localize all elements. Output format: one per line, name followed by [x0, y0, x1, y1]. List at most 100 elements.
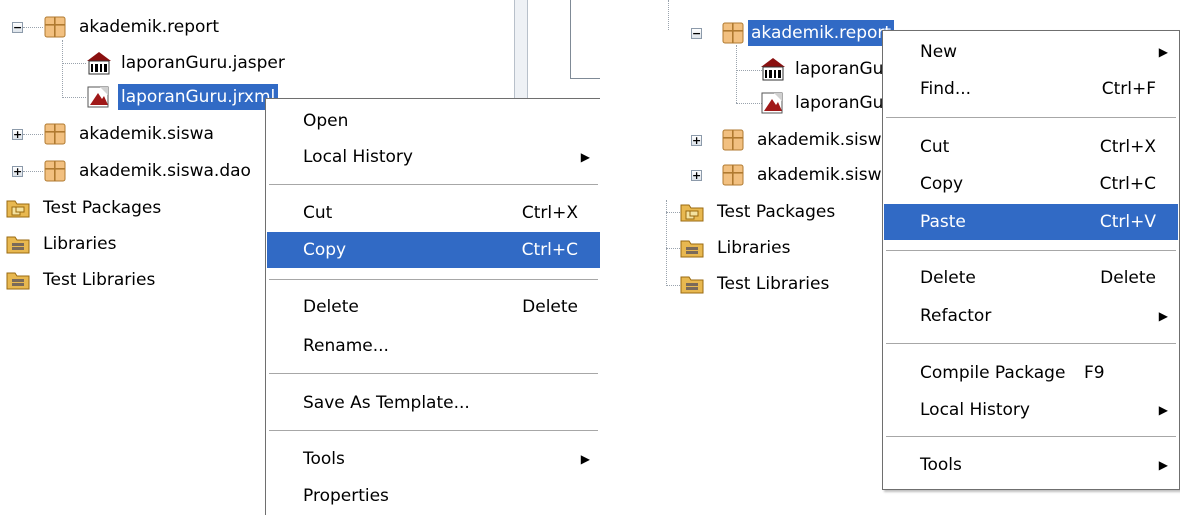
menu-item-tools[interactable]: Tools ▶: [884, 447, 1178, 483]
tree-item-test-packages[interactable]: Test Packages: [6, 191, 164, 225]
menu-item-label: Cut: [303, 203, 333, 223]
tree-line: [736, 103, 762, 104]
tree-item-label: akademik.report: [748, 20, 895, 46]
minus-icon: −: [692, 27, 702, 40]
tree-item-label: laporanGuru.jasper: [121, 53, 285, 73]
menu-item-label: Cut: [920, 137, 950, 157]
editor-scroll-strip[interactable]: [514, 0, 528, 110]
tree-item-laporanguru-jrxml[interactable]: laporanGuru.jrxml: [86, 80, 279, 114]
submenu-arrow-icon: ▶: [1158, 403, 1168, 417]
menu-item-cut[interactable]: Cut Ctrl+X: [884, 129, 1178, 165]
tree-item-akademik-report[interactable]: akademik.report: [722, 16, 895, 50]
tree-item-label: Test Libraries: [717, 274, 830, 294]
plus-icon: +: [692, 169, 702, 182]
menu-item-paste[interactable]: Paste Ctrl+V: [884, 204, 1178, 240]
expand-toggle[interactable]: +: [12, 166, 23, 177]
tree-line: [668, 0, 669, 30]
menu-separator: [269, 184, 598, 186]
tree-line: [736, 70, 762, 71]
menu-item-delete[interactable]: Delete Delete: [267, 289, 600, 325]
collapse-toggle[interactable]: −: [12, 22, 23, 33]
jrxml-file-icon: [760, 91, 786, 115]
menu-item-label: Properties: [303, 486, 389, 506]
expand-toggle[interactable]: +: [691, 135, 702, 146]
menu-item-save-as-template[interactable]: Save As Template...: [267, 385, 600, 421]
expand-toggle[interactable]: +: [691, 170, 702, 181]
submenu-arrow-icon: ▶: [580, 452, 590, 466]
package-icon: [722, 129, 744, 151]
menu-item-label: Tools: [303, 449, 345, 469]
tree-item-akademik-siswa[interactable]: akademik.siswa: [722, 123, 895, 157]
editor-frame-edge: [570, 0, 600, 79]
tree-item-test-libraries[interactable]: Test Libraries: [680, 267, 832, 301]
jasper-file-icon: [760, 57, 786, 81]
menu-item-label: Delete: [920, 268, 976, 288]
menu-item-shortcut: F9: [1084, 363, 1105, 383]
menu-item-shortcut: Ctrl+X: [521, 203, 578, 223]
menu-item-rename[interactable]: Rename...: [267, 328, 600, 364]
tree-item-libraries[interactable]: Libraries: [6, 227, 119, 261]
tree-line: [23, 171, 43, 172]
tree-item-akademik-siswa-dao[interactable]: akademik.siswa.dao: [44, 154, 254, 188]
menu-item-refactor[interactable]: Refactor ▶: [884, 298, 1178, 334]
menu-item-label: Local History: [920, 400, 1030, 420]
package-icon: [722, 22, 744, 44]
menu-item-copy[interactable]: Copy Ctrl+C: [884, 166, 1178, 202]
menu-item-shortcut: Delete: [1100, 268, 1156, 288]
menu-item-delete[interactable]: Delete Delete: [884, 260, 1178, 296]
menu-separator: [886, 117, 1176, 119]
expand-toggle[interactable]: +: [12, 129, 23, 140]
collapse-toggle[interactable]: −: [691, 28, 702, 39]
menu-item-cut[interactable]: Cut Ctrl+X: [267, 195, 600, 231]
context-menu: New ▶ Find... Ctrl+F Cut Ctrl+X Copy Ctr…: [882, 30, 1180, 490]
menu-item-local-history[interactable]: Local History ▶: [267, 139, 600, 175]
package-icon: [722, 164, 744, 186]
tree-item-label: Libraries: [43, 234, 117, 254]
tree-line: [666, 212, 680, 213]
menu-item-copy[interactable]: Copy Ctrl+C: [267, 232, 600, 268]
menu-item-shortcut: Ctrl+C: [521, 240, 578, 260]
menu-item-label: Find...: [920, 79, 972, 99]
menu-item-open[interactable]: Open: [267, 103, 600, 139]
tree-item-akademik-siswa[interactable]: akademik.siswa: [44, 117, 217, 151]
menu-separator: [269, 279, 598, 281]
menu-item-label: New: [920, 42, 958, 62]
package-icon: [44, 123, 66, 145]
menu-separator: [886, 250, 1176, 252]
left-screenshot-panel: − akademik.report laporanGuru.jasper lap…: [0, 0, 600, 515]
tree-item-label: akademik.siswa.dao: [79, 161, 251, 181]
tree-item-label: akademik.report: [79, 17, 220, 37]
tree-item-label: Test Libraries: [43, 270, 156, 290]
menu-item-properties[interactable]: Properties: [267, 478, 600, 514]
plus-icon: +: [13, 165, 23, 178]
menu-item-local-history[interactable]: Local History ▶: [884, 392, 1178, 428]
menu-item-shortcut: Delete: [522, 297, 578, 317]
menu-separator: [269, 430, 598, 432]
menu-item-new[interactable]: New ▶: [884, 34, 1178, 70]
tree-item-label: akademik.siswa: [757, 130, 892, 150]
tree-line: [23, 134, 43, 135]
menu-item-tools[interactable]: Tools ▶: [267, 441, 600, 477]
menu-item-compile-package[interactable]: Compile Package F9: [884, 355, 1178, 391]
menu-separator: [886, 343, 1176, 345]
menu-item-label: Save As Template...: [303, 393, 470, 413]
tree-item-akademik-report[interactable]: akademik.report: [44, 10, 222, 44]
menu-item-find[interactable]: Find... Ctrl+F: [884, 71, 1178, 107]
menu-item-label: Copy: [920, 174, 964, 194]
menu-item-label: Rename...: [303, 336, 389, 356]
libraries-folder-icon: [680, 237, 704, 259]
tree-item-laporanguru-jasper[interactable]: laporanGuru.jasper: [86, 46, 288, 80]
right-screenshot-panel: − akademik.report laporanGuru.jasper lap…: [640, 0, 1180, 515]
jasper-file-icon: [86, 51, 112, 75]
tree-item-test-packages[interactable]: Test Packages: [680, 195, 838, 229]
tree-line: [736, 45, 737, 103]
tree-item-label: laporanGuru.jrxml: [118, 84, 279, 110]
tree-item-test-libraries[interactable]: Test Libraries: [6, 263, 158, 297]
context-menu: Open Local History ▶ Cut Ctrl+X Copy Ctr…: [265, 98, 600, 515]
tree-item-label: Libraries: [717, 238, 791, 258]
tree-item-label: Test Packages: [717, 202, 836, 222]
libraries-folder-icon: [6, 233, 30, 255]
tree-item-libraries[interactable]: Libraries: [680, 231, 793, 265]
package-icon: [44, 16, 66, 38]
test-libraries-folder-icon: [680, 273, 704, 295]
